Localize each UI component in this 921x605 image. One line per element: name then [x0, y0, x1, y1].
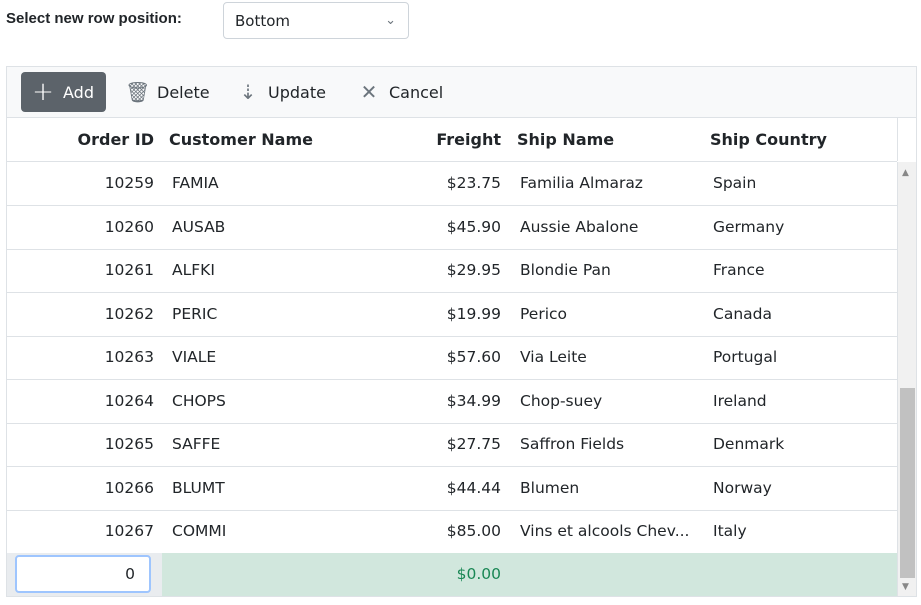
cell-customer-name[interactable]: VIALE [169, 336, 342, 379]
cell-freight[interactable]: $45.90 [347, 206, 501, 249]
cell-freight[interactable]: $23.75 [347, 162, 501, 205]
close-icon: ✕ [360, 80, 378, 104]
header-row: Order ID Customer Name Freight Ship Name… [7, 118, 897, 162]
table-row[interactable]: 10263 VIALE $57.60 Via Leite Portugal [7, 336, 897, 380]
cell-customer-name[interactable]: FAMIA [169, 162, 342, 205]
cell-customer-name[interactable]: COMMI [169, 510, 342, 553]
scroll-up-icon[interactable]: ▲ [902, 168, 909, 178]
cell-ship-name[interactable]: Perico [517, 293, 700, 336]
cell-ship-country[interactable]: Canada [710, 293, 893, 336]
header-freight[interactable]: Freight [347, 118, 501, 161]
header-order-id[interactable]: Order ID [7, 118, 155, 161]
vertical-scrollbar[interactable]: ▲ ▼ [897, 162, 916, 596]
row-position-dropdown[interactable]: Bottom ⌄ [223, 2, 409, 39]
table-row[interactable]: 10267 COMMI $85.00 Vins et alcools Chev... I… [7, 510, 897, 554]
cell-ship-country[interactable]: Portugal [710, 336, 893, 379]
delete-button[interactable]: 🗑 Delete [125, 72, 210, 112]
cell-ship-name[interactable]: Aussie Abalone [517, 206, 700, 249]
cell-freight[interactable]: $34.99 [347, 380, 501, 423]
new-row: 0 $0.00 [7, 553, 897, 596]
cell-ship-country[interactable]: France [710, 249, 893, 292]
plus-icon: + [32, 77, 54, 107]
cell-order-id[interactable]: 10263 [7, 336, 154, 379]
new-row-freight[interactable]: $0.00 [347, 553, 501, 596]
orders-grid: + Add 🗑 Delete ⇣ Update ✕ Cancel Order ID Cu… [6, 66, 917, 597]
cell-ship-country[interactable]: Italy [710, 510, 893, 553]
cell-freight[interactable]: $57.60 [347, 336, 501, 379]
cell-order-id[interactable]: 10266 [7, 467, 154, 510]
scroll-down-icon[interactable]: ▼ [902, 582, 909, 592]
cancel-button[interactable]: ✕ Cancel [357, 72, 444, 112]
cell-ship-country[interactable]: Denmark [710, 423, 893, 466]
cell-customer-name[interactable]: AUSAB [169, 206, 342, 249]
cell-ship-name[interactable]: Via Leite [517, 336, 700, 379]
table-row[interactable]: 10260 AUSAB $45.90 Aussie Abalone Germany [7, 206, 897, 250]
delete-label: Delete [157, 82, 210, 102]
cell-customer-name[interactable]: ALFKI [169, 249, 342, 292]
cell-freight[interactable]: $44.44 [347, 467, 501, 510]
cell-ship-name[interactable]: Familia Almaraz [517, 162, 700, 205]
cell-freight[interactable]: $19.99 [347, 293, 501, 336]
table-row[interactable]: 10266 BLUMT $44.44 Blumen Norway [7, 467, 897, 511]
add-label: Add [63, 82, 94, 102]
header-customer-name[interactable]: Customer Name [169, 118, 339, 161]
cancel-label: Cancel [389, 82, 444, 102]
cell-freight[interactable]: $85.00 [347, 510, 501, 553]
order-id-input[interactable]: 0 [15, 555, 151, 593]
cell-order-id[interactable]: 10265 [7, 423, 154, 466]
scrollbar-thumb[interactable] [900, 388, 915, 578]
table-row[interactable]: 10265 SAFFE $27.75 Saffron Fields Denmark [7, 423, 897, 467]
save-icon: ⇣ [239, 80, 257, 104]
cell-customer-name[interactable]: CHOPS [169, 380, 342, 423]
cell-order-id[interactable]: 10261 [7, 249, 154, 292]
trash-icon: 🗑 [125, 80, 151, 104]
cell-ship-name[interactable]: Saffron Fields [517, 423, 700, 466]
cell-freight[interactable]: $29.95 [347, 249, 501, 292]
header-ship-name[interactable]: Ship Name [517, 118, 697, 161]
cell-order-id[interactable]: 10262 [7, 293, 154, 336]
cell-ship-country[interactable]: Ireland [710, 380, 893, 423]
header-scroll-spacer [897, 118, 916, 161]
cell-order-id[interactable]: 10259 [7, 162, 154, 205]
update-button[interactable]: ⇣ Update [236, 72, 326, 112]
table-row[interactable]: 10261 ALFKI $29.95 Blondie Pan France [7, 249, 897, 293]
cell-ship-name[interactable]: Vins et alcools Chev... [517, 510, 700, 553]
cell-customer-name[interactable]: PERIC [169, 293, 342, 336]
cell-ship-country[interactable]: Germany [710, 206, 893, 249]
cell-freight[interactable]: $27.75 [347, 423, 501, 466]
row-position-value: Bottom [235, 12, 291, 30]
cell-ship-country[interactable]: Spain [710, 162, 893, 205]
cell-order-id[interactable]: 10264 [7, 380, 154, 423]
cell-ship-name[interactable]: Blondie Pan [517, 249, 700, 292]
header-ship-country[interactable]: Ship Country [710, 118, 890, 161]
add-button[interactable]: + Add [21, 72, 106, 112]
cell-ship-country[interactable]: Norway [710, 467, 893, 510]
cell-order-id[interactable]: 10260 [7, 206, 154, 249]
table-row[interactable]: 10262 PERIC $19.99 Perico Canada [7, 293, 897, 337]
chevron-down-icon: ⌄ [385, 13, 396, 28]
cell-customer-name[interactable]: SAFFE [169, 423, 342, 466]
cell-ship-name[interactable]: Blumen [517, 467, 700, 510]
table-row[interactable]: 10259 FAMIA $23.75 Familia Almaraz Spain [7, 162, 897, 206]
cell-order-id[interactable]: 10267 [7, 510, 154, 553]
grid-toolbar: + Add 🗑 Delete ⇣ Update ✕ Cancel [7, 67, 916, 118]
row-position-label: Select new row position: [6, 10, 182, 27]
table-row[interactable]: 10264 CHOPS $34.99 Chop-suey Ireland [7, 380, 897, 424]
order-id-edit-cell: 0 [7, 553, 162, 596]
update-label: Update [268, 82, 326, 102]
cell-ship-name[interactable]: Chop-suey [517, 380, 700, 423]
cell-customer-name[interactable]: BLUMT [169, 467, 342, 510]
